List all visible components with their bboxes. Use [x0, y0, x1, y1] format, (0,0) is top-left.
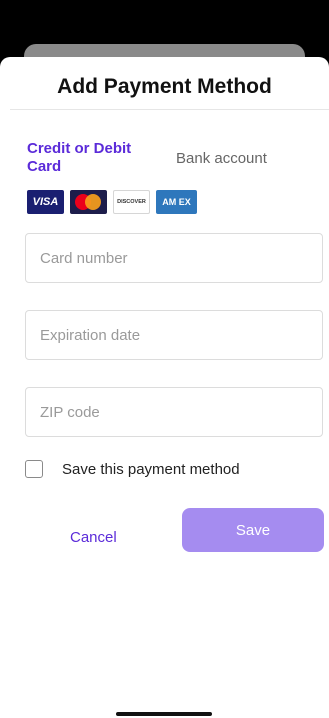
sheet-title: Add Payment Method [57, 75, 272, 98]
save-payment-method-label: Save this payment method [62, 461, 240, 478]
tab-bank-account[interactable]: Bank account [176, 150, 267, 168]
zip-code-input[interactable] [25, 387, 323, 437]
expiration-date-input[interactable] [25, 310, 323, 360]
tab-credit-debit-card[interactable]: Credit or Debit Card [27, 140, 157, 176]
save-payment-method-checkbox[interactable] [25, 460, 43, 478]
amex-icon: AM EX [156, 190, 197, 214]
card-number-input[interactable] [25, 233, 323, 283]
save-button[interactable]: Save [182, 508, 324, 552]
title-divider [10, 109, 329, 110]
payment-sheet: Add Payment Method Credit or Debit Card … [0, 57, 329, 718]
discover-label: DISCOVER [117, 199, 146, 205]
home-indicator [116, 712, 212, 716]
cancel-button[interactable]: Cancel [46, 509, 146, 553]
mastercard-icon [70, 190, 107, 214]
discover-icon: DISCOVER [113, 190, 150, 214]
visa-icon: VISA [27, 190, 64, 214]
